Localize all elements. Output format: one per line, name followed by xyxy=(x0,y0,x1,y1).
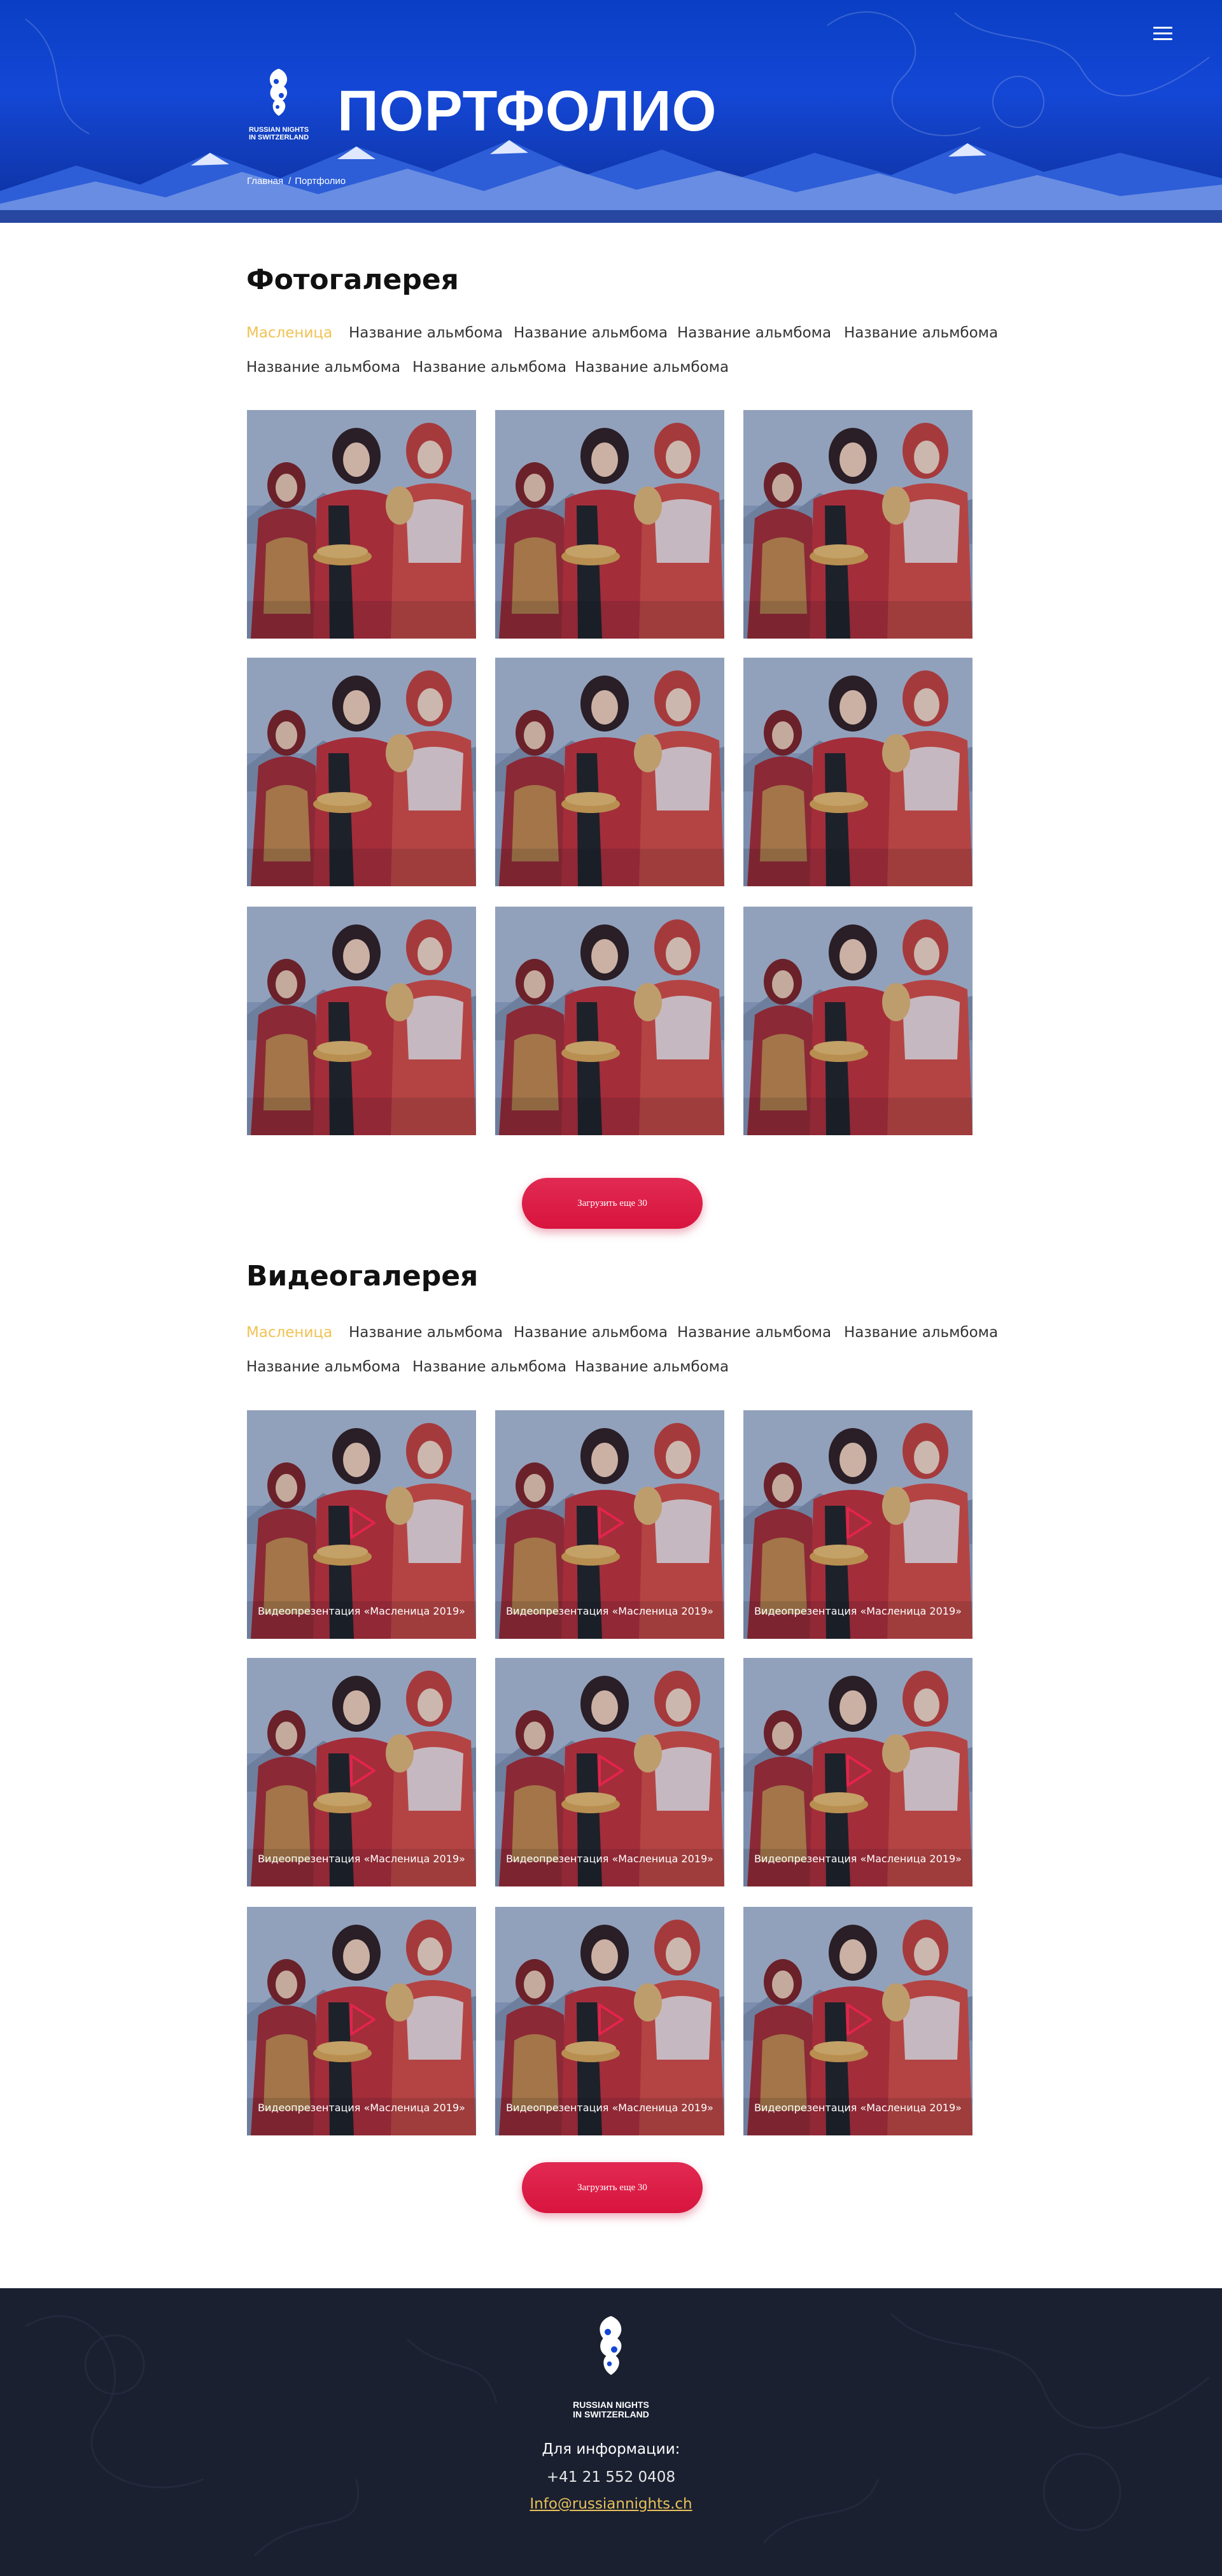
photo-tab-album[interactable]: Название альмбома xyxy=(844,323,998,343)
video-tile[interactable]: Видеопрезентация «Масленица 2019» xyxy=(495,1907,724,2135)
breadcrumb-current: Портфолио xyxy=(295,176,346,187)
photo-tile[interactable] xyxy=(495,410,724,639)
video-tile[interactable]: Видеопрезентация «Масленица 2019» xyxy=(247,1658,476,1886)
video-caption: Видеопрезентация «Масленица 2019» xyxy=(506,1605,713,1617)
photo-tile[interactable] xyxy=(743,907,973,1135)
hamburger-icon xyxy=(1153,27,1172,29)
breadcrumb-home-link[interactable]: Главная xyxy=(247,176,283,187)
photo-gallery-title: Фотогалерея xyxy=(246,264,459,296)
photo-tile[interactable] xyxy=(495,907,724,1135)
play-icon xyxy=(350,1507,376,1539)
site-logo[interactable]: RUSSIAN NIGHTS IN SWITZERLAND xyxy=(247,67,311,149)
logo-glyph-icon xyxy=(592,2311,630,2386)
play-icon xyxy=(846,2004,872,2035)
video-tab-album[interactable]: Название альмбома xyxy=(575,1357,729,1376)
video-caption: Видеопрезентация «Масленица 2019» xyxy=(754,1853,962,1865)
footer-phone[interactable]: +41 21 552 0408 xyxy=(0,2469,1222,2486)
video-tab-album[interactable]: Название альмбома xyxy=(246,1357,400,1376)
footer-email-link[interactable]: Info@russiannights.ch xyxy=(0,2496,1222,2512)
video-tile[interactable]: Видеопрезентация «Масленица 2019» xyxy=(743,1410,973,1639)
video-tab-album[interactable]: Название альмбома xyxy=(412,1357,566,1376)
video-tile[interactable]: Видеопрезентация «Масленица 2019» xyxy=(743,1907,973,2135)
video-tile[interactable]: Видеопрезентация «Масленица 2019» xyxy=(247,1410,476,1639)
video-caption: Видеопрезентация «Масленица 2019» xyxy=(506,2102,713,2114)
breadcrumb: Главная / Портфолио xyxy=(247,176,346,187)
photo-load-more-button[interactable]: Загрузить еще 30 xyxy=(522,1178,703,1229)
photo-tile[interactable] xyxy=(743,658,973,886)
play-icon xyxy=(846,1755,872,1787)
photo-tile[interactable] xyxy=(247,658,476,886)
photo-tab-album[interactable]: Название альмбома xyxy=(575,358,729,377)
logo-text-line2: IN SWITZERLAND xyxy=(248,134,309,141)
video-tab-album[interactable]: Название альмбома xyxy=(514,1323,668,1342)
footer: RUSSIAN NIGHTS IN SWITZERLAND Для информ… xyxy=(0,2288,1222,2576)
photo-tab-album[interactable]: Название альмбома xyxy=(349,323,503,343)
footer-logo[interactable]: RUSSIAN NIGHTS IN SWITZERLAND xyxy=(560,2311,662,2426)
video-grid: Видеопрезентация «Масленица 2019» Видеоп… xyxy=(247,1410,973,2136)
photo-tile[interactable] xyxy=(247,410,476,639)
play-icon xyxy=(846,1507,872,1539)
photo-tab-album[interactable]: Название альмбома xyxy=(246,358,400,377)
video-caption: Видеопрезентация «Масленица 2019» xyxy=(754,1605,962,1617)
breadcrumb-separator: / xyxy=(288,176,291,187)
photo-tile[interactable] xyxy=(743,410,973,639)
video-caption: Видеопрезентация «Масленица 2019» xyxy=(258,2102,465,2114)
video-tab-album[interactable]: Название альмбома xyxy=(677,1323,831,1342)
video-gallery-title: Видеогалерея xyxy=(246,1260,479,1292)
video-tile[interactable]: Видеопрезентация «Масленица 2019» xyxy=(495,1658,724,1886)
play-icon xyxy=(350,2004,376,2035)
footer-logo-text-line1: RUSSIAN NIGHTS xyxy=(573,2400,649,2410)
video-tile[interactable]: Видеопрезентация «Масленица 2019» xyxy=(495,1410,724,1639)
play-icon xyxy=(350,1755,376,1787)
photo-grid xyxy=(247,410,973,1136)
page-title: ПОРТФОЛИО xyxy=(337,80,717,143)
video-tab-album[interactable]: Название альмбома xyxy=(349,1323,503,1342)
video-tab-album[interactable]: Название альмбома xyxy=(844,1323,998,1342)
photo-tab-album[interactable]: Название альмбома xyxy=(677,323,831,343)
photo-tab-maslenitsa[interactable]: Масленица xyxy=(246,323,332,343)
logo-text-line1: RUSSIAN NIGHTS xyxy=(248,126,309,134)
video-caption: Видеопрезентация «Масленица 2019» xyxy=(258,1605,465,1617)
logo-glyph-icon xyxy=(263,67,294,122)
video-tab-maslenitsa[interactable]: Масленица xyxy=(246,1323,332,1342)
play-icon xyxy=(598,1507,624,1539)
video-caption: Видеопрезентация «Масленица 2019» xyxy=(506,1853,713,1865)
video-caption: Видеопрезентация «Масленица 2019» xyxy=(258,1853,465,1865)
photo-tile[interactable] xyxy=(247,907,476,1135)
footer-info-label: Для информации: xyxy=(542,2441,680,2458)
video-tile[interactable]: Видеопрезентация «Масленица 2019» xyxy=(247,1907,476,2135)
play-icon xyxy=(598,1755,624,1787)
hero-header: RUSSIAN NIGHTS IN SWITZERLAND ПОРТФОЛИО … xyxy=(0,0,1222,223)
photo-tab-album[interactable]: Название альмбома xyxy=(514,323,668,343)
menu-button[interactable] xyxy=(1153,27,1172,43)
video-tile[interactable]: Видеопрезентация «Масленица 2019» xyxy=(743,1658,973,1886)
photo-tile[interactable] xyxy=(495,658,724,886)
play-icon xyxy=(598,2004,624,2035)
video-load-more-button[interactable]: Загрузить еще 30 xyxy=(522,2162,703,2213)
photo-tab-album[interactable]: Название альмбома xyxy=(412,358,566,377)
video-caption: Видеопрезентация «Масленица 2019» xyxy=(754,2102,962,2114)
footer-logo-text-line2: IN SWITZERLAND xyxy=(573,2409,649,2419)
